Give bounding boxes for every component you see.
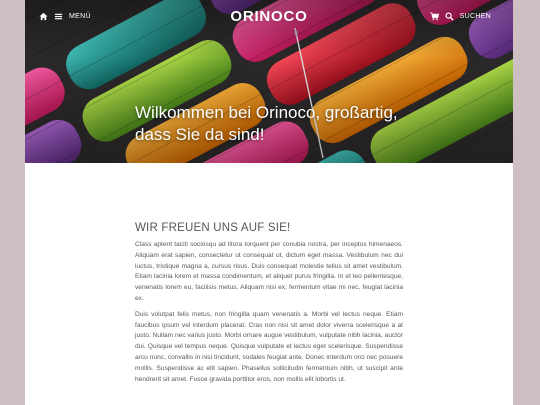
section-heading: WIR FREUEN UNS AUF SIE! [135,222,291,234]
cart-icon[interactable] [430,12,439,21]
hero-title: Wilkommen bei Orinoco, großartig, dass S… [135,103,398,144]
nav-right-group: SUCHEN [430,12,491,21]
main-content: WIR FREUEN UNS AUF SIE! Class aptent tac… [135,222,403,390]
search-button[interactable]: SUCHEN [460,13,491,20]
page: MENÜ ORINOCO SUCHEN Wilkommen bei Orinoc… [25,0,513,405]
hero-banner: MENÜ ORINOCO SUCHEN Wilkommen bei Orinoc… [25,0,513,163]
paragraph-1: Class aptent taciti sociosqu ad litora t… [135,241,403,302]
top-navigation: MENÜ ORINOCO SUCHEN [25,8,513,28]
paragraph-2: Duis volutpat felis metus, non fringilla… [135,310,403,383]
search-icon[interactable] [445,12,454,21]
